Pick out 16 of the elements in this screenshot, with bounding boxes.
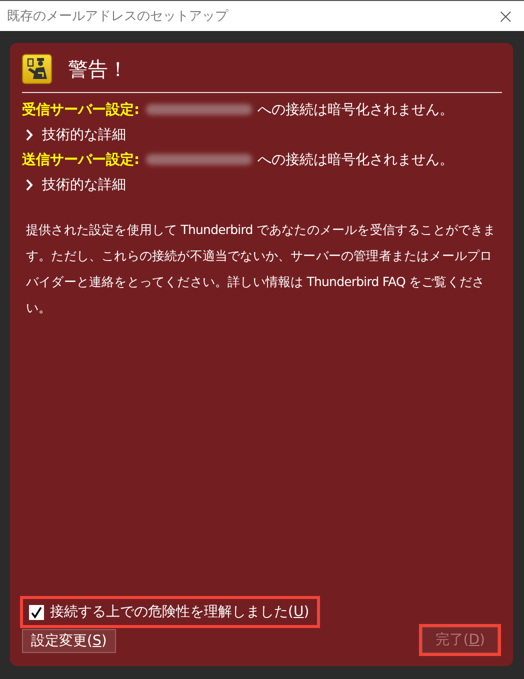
chevron-icon [25, 128, 33, 140]
warning-title: 警告！ [68, 56, 128, 82]
warning-message: への接続は暗号化されません。 [258, 150, 454, 168]
server-label: 送信サーバー設定: [22, 150, 140, 168]
settings-button[interactable]: 設定変更(S) [22, 629, 116, 653]
details-toggle[interactable]: 技術的な詳細 [22, 172, 502, 197]
checkmark-icon [30, 606, 43, 618]
chevron-icon [25, 178, 33, 190]
close-button[interactable]: × [495, 4, 516, 28]
officer-icon [22, 54, 52, 84]
window-title: 既存のメールアドレスのセットアップ [7, 8, 228, 25]
server-label: 受信サーバー設定: [22, 100, 140, 118]
warning-message: への接続は暗号化されません。 [258, 100, 454, 118]
details-toggle[interactable]: 技術的な詳細 [22, 122, 502, 147]
description-text: 提供された設定を使用して Thunderbird であなたのメールを受信することができます。ただし、これらの接続が不適当でないか、サーバーの管理者またはメールプロバイダーと連絡をとってください。詳しい情報は Thunderbird FAQ をご覧ください。 [26, 221, 497, 317]
acknowledge-checkbox[interactable]: 接続する上での危険性を理解しました(U) [23, 599, 318, 625]
